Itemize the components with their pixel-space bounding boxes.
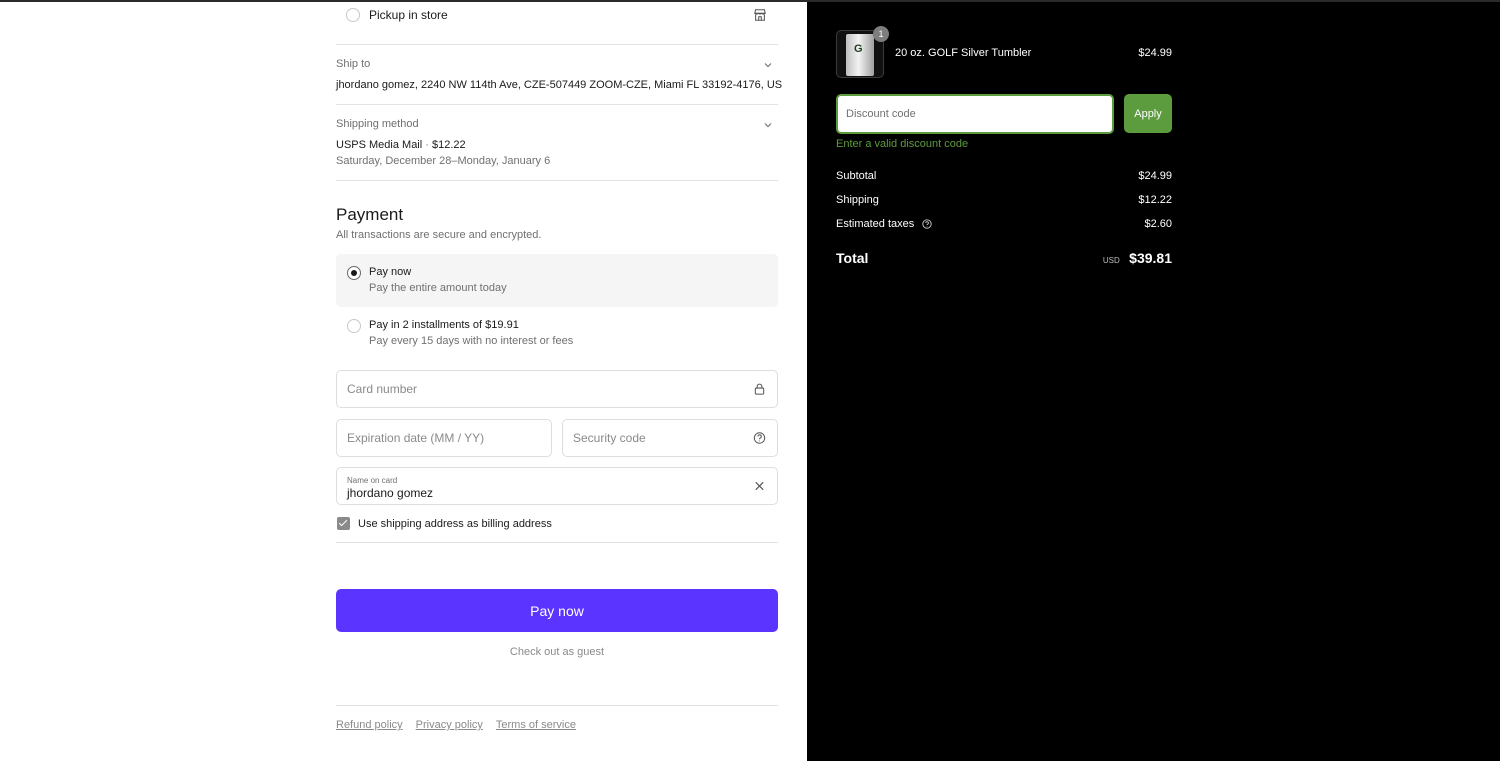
total-row: Total USD $39.81	[836, 250, 1172, 268]
shipping-row: Shipping $12.22	[836, 194, 1172, 206]
pickup-label: Pickup in store	[369, 8, 448, 22]
taxes-value: $2.60	[1144, 218, 1172, 230]
divider	[336, 104, 778, 105]
payment-subtitle: All transactions are secure and encrypte…	[336, 229, 542, 241]
payment-option-pay-now[interactable]: Pay now Pay the entire amount today	[336, 254, 778, 307]
guest-checkout-link[interactable]: Check out as guest	[336, 646, 778, 658]
footer-links: Refund policy Privacy policy Terms of se…	[336, 719, 576, 731]
discount-error: Enter a valid discount code	[836, 138, 969, 150]
payment-option-subtitle: Pay the entire amount today	[369, 282, 507, 294]
divider	[336, 44, 778, 45]
ship-to-address: jhordano gomez, 2240 NW 114th Ave, CZE-5…	[336, 79, 783, 91]
quantity-badge: 1	[873, 26, 889, 42]
privacy-policy-link[interactable]: Privacy policy	[416, 719, 483, 731]
card-number-field[interactable]	[336, 370, 778, 408]
billing-checkbox-label: Use shipping address as billing address	[358, 517, 552, 530]
pickup-option[interactable]: Pickup in store	[346, 8, 448, 22]
product-name: 20 oz. GOLF Silver Tumbler	[895, 47, 1032, 59]
window-top-border	[0, 0, 1500, 2]
subtotal-row: Subtotal $24.99	[836, 170, 1172, 182]
divider	[336, 705, 778, 706]
taxes-label: Estimated taxes	[836, 218, 915, 230]
info-icon[interactable]	[922, 219, 932, 229]
refund-policy-link[interactable]: Refund policy	[336, 719, 403, 731]
security-code-input[interactable]	[563, 420, 777, 456]
discount-input[interactable]	[838, 96, 1112, 132]
store-icon	[754, 9, 766, 21]
chevron-down-icon[interactable]	[763, 60, 773, 70]
apply-discount-button[interactable]: Apply	[1124, 94, 1172, 133]
subtotal-label: Subtotal	[836, 170, 877, 182]
payment-option-subtitle: Pay every 15 days with no interest or fe…	[369, 335, 574, 347]
shipping-separator: ·	[425, 139, 429, 151]
divider	[336, 180, 778, 181]
expiration-input[interactable]	[337, 420, 551, 456]
name-on-card-field[interactable]: Name on card jhordano gomez	[336, 467, 778, 505]
shipping-method-label: Shipping method	[336, 118, 419, 130]
taxes-row: Estimated taxes $2.60	[836, 218, 1172, 230]
shipping-method-name: USPS Media Mail	[336, 139, 423, 151]
installments-radio[interactable]	[347, 319, 361, 333]
currency-code: USD	[1102, 256, 1120, 265]
payment-title: Payment	[336, 205, 404, 224]
shipping-label: Shipping	[836, 194, 879, 206]
security-code-field[interactable]	[562, 419, 778, 457]
payment-option-title: Pay now	[369, 266, 412, 278]
check-icon[interactable]	[337, 517, 350, 530]
shipping-method-summary: USPS Media Mail · $12.22	[336, 139, 466, 151]
total-wrap: USD $39.81	[1103, 250, 1172, 268]
product-price: $24.99	[1138, 47, 1172, 59]
expiration-field[interactable]	[336, 419, 552, 457]
lock-icon	[754, 383, 765, 395]
payment-option-title: Pay in 2 installments of $19.91	[369, 319, 519, 331]
checkout-main: Pickup in store Ship to jhordano gomez, …	[0, 0, 807, 761]
shipping-method-price: $12.22	[432, 139, 466, 151]
total-value: $39.81	[1129, 250, 1172, 266]
name-on-card-label: Name on card	[347, 476, 398, 485]
pay-now-button[interactable]: Pay now	[336, 589, 778, 632]
shipping-value: $12.22	[1138, 194, 1172, 206]
discount-field[interactable]	[836, 94, 1114, 134]
divider	[336, 542, 778, 543]
total-label: Total	[836, 250, 869, 266]
product-image	[846, 34, 874, 76]
pickup-radio[interactable]	[346, 8, 360, 22]
clear-icon[interactable]	[753, 480, 766, 493]
payment-option-installments[interactable]: Pay in 2 installments of $19.91 Pay ever…	[336, 307, 778, 360]
chevron-down-icon[interactable]	[763, 120, 773, 130]
pay-now-radio[interactable]	[347, 266, 361, 280]
name-on-card-value[interactable]: jhordano gomez	[347, 486, 433, 500]
subtotal-value: $24.99	[1138, 170, 1172, 182]
billing-checkbox-row[interactable]: Use shipping address as billing address	[337, 517, 552, 530]
ship-to-label: Ship to	[336, 58, 371, 70]
shipping-dates: Saturday, December 28–Monday, January 6	[336, 155, 551, 167]
taxes-label-wrap: Estimated taxes	[836, 218, 932, 230]
terms-of-service-link[interactable]: Terms of service	[496, 719, 576, 731]
help-circle-icon[interactable]	[753, 432, 766, 445]
card-number-input[interactable]	[337, 371, 777, 407]
